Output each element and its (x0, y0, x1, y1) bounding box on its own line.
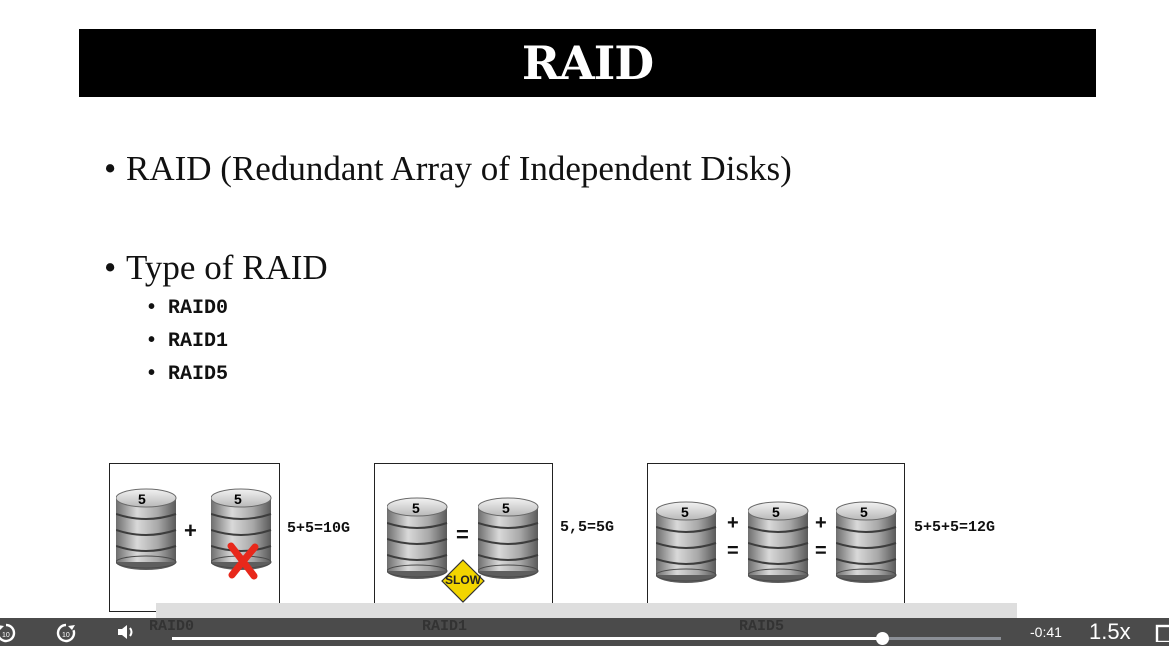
sub-bullet-dot: • (148, 362, 156, 384)
disk-label: 5 (860, 504, 868, 520)
time-remaining: -0:41 (1030, 624, 1062, 640)
disk-label: 5 (772, 504, 780, 520)
sub-item-label: RAID5 (168, 363, 229, 386)
bullet-text: RAID (Redundant Array of Independent Dis… (126, 149, 792, 188)
fullscreen-icon[interactable] (1155, 618, 1169, 646)
slide-title: RAID (521, 36, 654, 90)
equals-operator: = (727, 540, 739, 562)
raid5-formula: 5+5+5=12G (914, 519, 996, 536)
svg-text:10: 10 (62, 632, 70, 639)
sub-item-raid1: • RAID1 (148, 329, 228, 353)
progress-played (172, 637, 883, 640)
disk-label: 5 (138, 491, 146, 507)
plus-operator: + (815, 512, 827, 534)
sub-item-raid0: • RAID0 (148, 296, 228, 320)
raid0-caption: RAID0 (149, 618, 195, 635)
slow-badge-text: SLOW (445, 573, 481, 587)
slow-sign-icon: SLOW (441, 559, 485, 603)
raid1-caption: RAID1 (422, 618, 468, 635)
raid0-diagram: 5 + 5 (109, 463, 280, 612)
sub-bullet-dot: • (148, 296, 156, 318)
volume-icon[interactable] (114, 618, 140, 646)
playback-speed-button[interactable]: 1.5x (1089, 618, 1131, 646)
sub-item-label: RAID1 (168, 330, 229, 353)
disk-label: 5 (681, 504, 689, 520)
sub-bullet-dot: • (148, 329, 156, 351)
disk-label: 5 (502, 500, 510, 516)
slide-title-bar: RAID (79, 29, 1096, 97)
sub-item-label: RAID0 (168, 297, 229, 320)
horizontal-scrollbar[interactable] (156, 603, 1017, 618)
raid5-diagram: 5 + = 5 + = 5 (647, 463, 905, 612)
rewind-10-icon[interactable]: 10 (0, 618, 20, 646)
forward-10-icon[interactable]: 10 (54, 618, 80, 646)
bullet-dot: • (104, 248, 117, 287)
svg-text:10: 10 (2, 632, 10, 639)
equals-operator: = (815, 540, 827, 562)
bullet-raid-definition: • RAID (Redundant Array of Independent Di… (104, 149, 792, 189)
plus-operator: + (184, 518, 197, 543)
raid0-formula: 5+5=10G (287, 520, 351, 537)
bullet-raid-types: • Type of RAID (104, 248, 328, 288)
equals-operator: = (456, 522, 469, 547)
raid5-caption: RAID5 (739, 618, 785, 635)
disk-label: 5 (234, 491, 242, 507)
disk-label: 5 (412, 500, 420, 516)
bullet-text: Type of RAID (126, 248, 328, 287)
plus-operator: + (727, 512, 739, 534)
raid1-diagram: 5 = 5 SLOW (374, 463, 553, 612)
raid1-formula: 5,5=5G (560, 519, 615, 536)
bullet-dot: • (104, 149, 117, 188)
progress-track[interactable] (172, 632, 1001, 645)
sub-item-raid5: • RAID5 (148, 362, 228, 386)
slide: RAID • RAID (Redundant Array of Independe… (0, 0, 1169, 646)
failure-x-icon (227, 542, 259, 580)
disk-stack-icon (116, 488, 177, 571)
